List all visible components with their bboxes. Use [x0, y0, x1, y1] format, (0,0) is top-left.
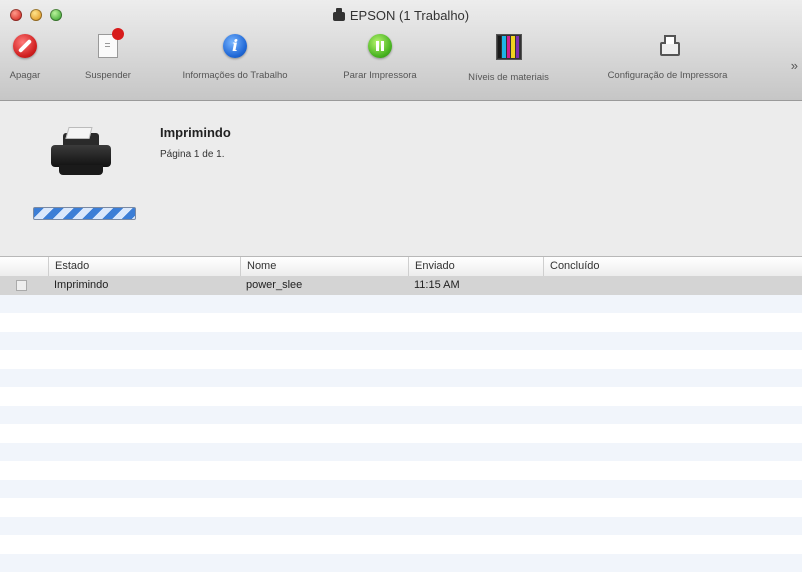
- supply-levels-label: Níveis de materiais: [468, 72, 549, 83]
- pause-printer-label: Parar Impressora: [343, 70, 417, 81]
- empty-row: [0, 535, 802, 554]
- suspend-icon: [98, 28, 124, 58]
- suspend-button[interactable]: Suspender: [74, 28, 142, 81]
- row-checkbox[interactable]: [16, 280, 27, 291]
- job-page-status: Página 1 de 1.: [160, 149, 225, 160]
- pause-icon: [368, 34, 392, 58]
- empty-row: [0, 461, 802, 480]
- empty-row: [0, 350, 802, 369]
- window-title: EPSON (1 Trabalho): [349, 8, 470, 23]
- table-row[interactable]: Imprimindo power_slee 11:15 AM: [0, 276, 802, 295]
- supply-levels-icon: [495, 34, 522, 60]
- empty-row: [0, 442, 802, 461]
- empty-row: [0, 479, 802, 498]
- column-header-nome[interactable]: Nome: [240, 257, 411, 276]
- pause-printer-button[interactable]: Parar Impressora: [320, 28, 440, 81]
- empty-row: [0, 294, 802, 313]
- empty-row: [0, 387, 802, 406]
- empty-row: [0, 368, 802, 387]
- column-header-estado[interactable]: Estado: [48, 257, 239, 276]
- empty-row: [0, 405, 802, 424]
- delete-button[interactable]: Apagar: [4, 28, 46, 81]
- empty-row: [0, 331, 802, 350]
- printer-setup-button[interactable]: Configuração de Impressora: [575, 28, 760, 81]
- jobs-table: Imprimindo power_slee 11:15 AM: [0, 276, 802, 572]
- toolbar-overflow-icon[interactable]: »: [791, 58, 798, 73]
- printer-image: [45, 125, 117, 187]
- toolbar: Apagar Suspender i Informações do Trabal…: [0, 28, 802, 98]
- window-title-bar: EPSON (1 Trabalho): [0, 8, 802, 23]
- suspend-label: Suspender: [85, 70, 131, 81]
- cell-enviado: 11:15 AM: [414, 279, 460, 291]
- empty-row: [0, 516, 802, 535]
- cell-nome: power_slee: [246, 279, 303, 291]
- supply-levels-button[interactable]: Níveis de materiais: [446, 28, 571, 83]
- cell-estado: Imprimindo: [54, 279, 109, 291]
- jobs-table-header: Estado Nome Enviado Concluído: [0, 256, 802, 277]
- delete-label: Apagar: [9, 70, 41, 81]
- print-progress-bar: [33, 207, 136, 220]
- info-icon: i: [223, 34, 247, 58]
- empty-row: [0, 498, 802, 517]
- job-info-button[interactable]: i Informações do Trabalho: [155, 28, 315, 81]
- printer-setup-label: Configuração de Impressora: [607, 70, 728, 81]
- job-status-title: Imprimindo: [160, 125, 231, 140]
- printer-icon: [332, 8, 345, 21]
- column-header-enviado[interactable]: Enviado: [408, 257, 545, 276]
- empty-row: [0, 553, 802, 572]
- printer-setup-icon: [657, 34, 680, 58]
- empty-row: [0, 313, 802, 332]
- empty-row: [0, 424, 802, 443]
- job-info-label: Informações do Trabalho: [182, 70, 288, 81]
- job-status-panel: Imprimindo Página 1 de 1.: [0, 101, 802, 256]
- window-toolbar: EPSON (1 Trabalho) Apagar Suspender i In…: [0, 0, 802, 101]
- column-header-concluido[interactable]: Concluído: [543, 257, 802, 276]
- delete-icon: [13, 34, 37, 58]
